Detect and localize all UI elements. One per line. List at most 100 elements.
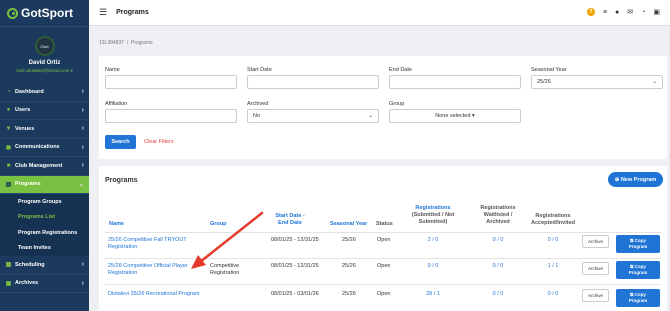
archive-button[interactable]: Archive xyxy=(582,235,609,248)
col-header-dates-line2: End Date xyxy=(278,220,302,226)
gotsport-logo[interactable]: GotSport xyxy=(0,0,89,26)
row-divider xyxy=(105,258,661,259)
col-header-registrations-line3: Submitted) xyxy=(418,219,448,225)
sidebar-item-label: Communications xyxy=(15,144,60,151)
col-header-registrations-line2: (Submitted / Not xyxy=(411,212,455,218)
copy-label-line1: Copy xyxy=(634,238,646,243)
clear-filters-link[interactable]: Clear Filters xyxy=(144,139,174,145)
sidebar-subitem-program-groups[interactable]: Program Groups xyxy=(0,194,89,210)
program-season: 25/26 xyxy=(342,237,356,243)
program-accepted[interactable]: 0 / 0 xyxy=(524,237,582,244)
chat-bubble-icon[interactable]: ◔ xyxy=(641,9,645,16)
name-label: Name xyxy=(105,67,120,73)
program-accepted[interactable]: 1 / 1 xyxy=(524,263,582,270)
sidebar-item-club-management[interactable]: ■ Club Management › xyxy=(0,157,89,176)
copy-program-button[interactable]: ⧉ Copy Program xyxy=(616,235,660,253)
program-group-line1: Competitive xyxy=(210,263,240,269)
program-season: 25/26 xyxy=(342,291,356,297)
seasonal-year-value: 25/26 xyxy=(537,79,551,85)
filter-card: Name Start Date End Date Seasonal Year 2… xyxy=(99,56,667,159)
program-registrations[interactable]: 28 / 1 xyxy=(403,291,463,298)
end-date-input[interactable] xyxy=(389,75,521,89)
col-header-accepted-line1: Registrations xyxy=(535,213,571,219)
program-dates: 08/01/25 - 12/31/25 xyxy=(271,263,319,269)
hamburger-menu-icon[interactable]: ☰ xyxy=(99,7,107,18)
chevron-right-icon: › xyxy=(81,88,84,96)
sidebar-item-archives[interactable]: ▣ Archives › xyxy=(0,275,89,293)
copy-program-button[interactable]: ⧉ Copy Program xyxy=(616,261,660,279)
profile-panel: Club David Ortiz zach.diotalevi@icloud.c… xyxy=(0,26,89,83)
program-group: Competitive Registration xyxy=(210,263,239,277)
sidebar-item-label: Archives xyxy=(15,280,39,287)
program-name-link[interactable]: Diotalevi 25/26 Recreational Program xyxy=(108,291,218,298)
archive-button[interactable]: Archive xyxy=(582,262,609,275)
top-bar: ☰ Programs ? ≡ ● ✉ ◔ ▣ xyxy=(89,0,670,26)
caret-down-icon: ▾ xyxy=(70,68,73,73)
sidebar-subitem-program-registrations[interactable]: Program Registrations xyxy=(0,225,89,241)
seasonal-year-label: Seasonal Year xyxy=(531,67,567,73)
program-registrations[interactable]: 9 / 0 xyxy=(403,263,463,270)
copy-program-button[interactable]: ⧉ Copy Program xyxy=(616,289,660,307)
program-status: Open xyxy=(377,237,391,243)
program-registrations[interactable]: 2 / 0 xyxy=(403,237,463,244)
breadcrumb-id[interactable]: 13L384837 xyxy=(99,40,124,46)
col-header-waitlisted-line1: Registrations xyxy=(480,205,516,211)
top-icons: ? ≡ ● ✉ ◔ ▣ xyxy=(586,8,660,16)
archived-select[interactable]: No ⌄ xyxy=(247,109,379,123)
users-icon: ● xyxy=(6,107,11,114)
help-icon[interactable]: ? xyxy=(586,8,595,16)
col-header-name[interactable]: Name xyxy=(109,221,124,228)
profile-name: David Ortiz xyxy=(28,60,61,66)
copy-label-line2: Program xyxy=(628,244,648,249)
chevron-right-icon: › xyxy=(81,261,84,269)
col-header-waitlisted: Registrations Waitlisted / Archived xyxy=(468,205,528,226)
col-header-registrations-line1[interactable]: Registrations xyxy=(403,205,463,212)
club-avatar: Club xyxy=(34,36,55,56)
sidebar-item-label: Club Management xyxy=(15,162,63,169)
program-dates: 08/01/25 - 03/01/26 xyxy=(271,291,319,297)
group-multiselect[interactable]: None selected ▾ xyxy=(389,109,521,123)
sidebar-item-label: Venues xyxy=(15,125,35,132)
program-waitlisted[interactable]: 0 / 0 xyxy=(468,237,528,244)
sidebar-item-label: Scheduling xyxy=(15,261,45,268)
list-icon[interactable]: ≡ xyxy=(603,9,607,16)
caret-down-icon: ▾ xyxy=(471,113,475,119)
archive-button[interactable]: Archive xyxy=(582,289,609,302)
col-header-group[interactable]: Group xyxy=(210,221,227,228)
copy-label-line1: Copy xyxy=(634,264,646,269)
affiliation-input[interactable] xyxy=(105,109,237,123)
program-waitlisted[interactable]: 0 / 0 xyxy=(468,291,528,298)
program-name-link[interactable]: 25/26 Competitive Official Player Regist… xyxy=(108,263,203,277)
program-waitlisted[interactable]: 0 / 0 xyxy=(468,263,528,270)
new-program-button[interactable]: ⊕ New Program xyxy=(608,172,663,187)
col-header-registrations: Registrations (Submitted / Not Submitted… xyxy=(403,205,463,226)
copy-icon: ⧉ xyxy=(630,238,634,243)
start-date-input[interactable] xyxy=(247,75,379,89)
dashboard-icon: ◔ xyxy=(6,88,11,95)
group-value: None selected xyxy=(435,113,471,119)
breadcrumb-current: Programs xyxy=(130,40,153,46)
profile-email[interactable]: zach.diotalevi@icloud.com ▾ xyxy=(16,68,73,74)
programs-card: Programs ⊕ New Program Name Group Start … xyxy=(99,166,667,311)
sidebar-item-users[interactable]: ● Users › xyxy=(0,102,89,120)
page-title: Programs xyxy=(116,9,149,16)
search-button[interactable]: Search xyxy=(105,135,136,149)
sidebar-item-programs[interactable]: ▤ Programs ⌄ xyxy=(0,175,89,194)
sidebar-item-dashboard[interactable]: ◔ Dashboard › xyxy=(0,83,89,102)
name-input[interactable] xyxy=(105,75,237,89)
user-menu-icon[interactable]: ▣ xyxy=(653,8,660,16)
sidebar-subitem-team-invites[interactable]: Team Invites xyxy=(0,240,89,256)
seasonal-year-select[interactable]: 25/26 ⌄ xyxy=(531,75,663,89)
sidebar-item-venues[interactable]: ▼ Venues › xyxy=(0,120,89,139)
sidebar-subitem-programs-list[interactable]: Programs List xyxy=(0,209,89,225)
user-icon[interactable]: ● xyxy=(615,9,619,16)
mail-icon[interactable]: ✉ xyxy=(627,8,633,16)
col-header-dates[interactable]: Start Date - End Date xyxy=(265,213,315,227)
program-accepted[interactable]: 0 / 0 xyxy=(524,291,582,298)
sidebar-item-scheduling[interactable]: ▦ Scheduling › xyxy=(0,256,89,275)
chevron-right-icon: › xyxy=(81,106,84,114)
program-name-link[interactable]: 25/26 Competitive Fall TRYOUT Registrati… xyxy=(108,237,203,251)
col-header-seasonal-year[interactable]: Seasonal Year xyxy=(330,221,367,228)
program-dates: 08/01/25 - 12/31/25 xyxy=(271,237,319,243)
sidebar-item-communications[interactable]: ◼ Communications › xyxy=(0,139,89,157)
